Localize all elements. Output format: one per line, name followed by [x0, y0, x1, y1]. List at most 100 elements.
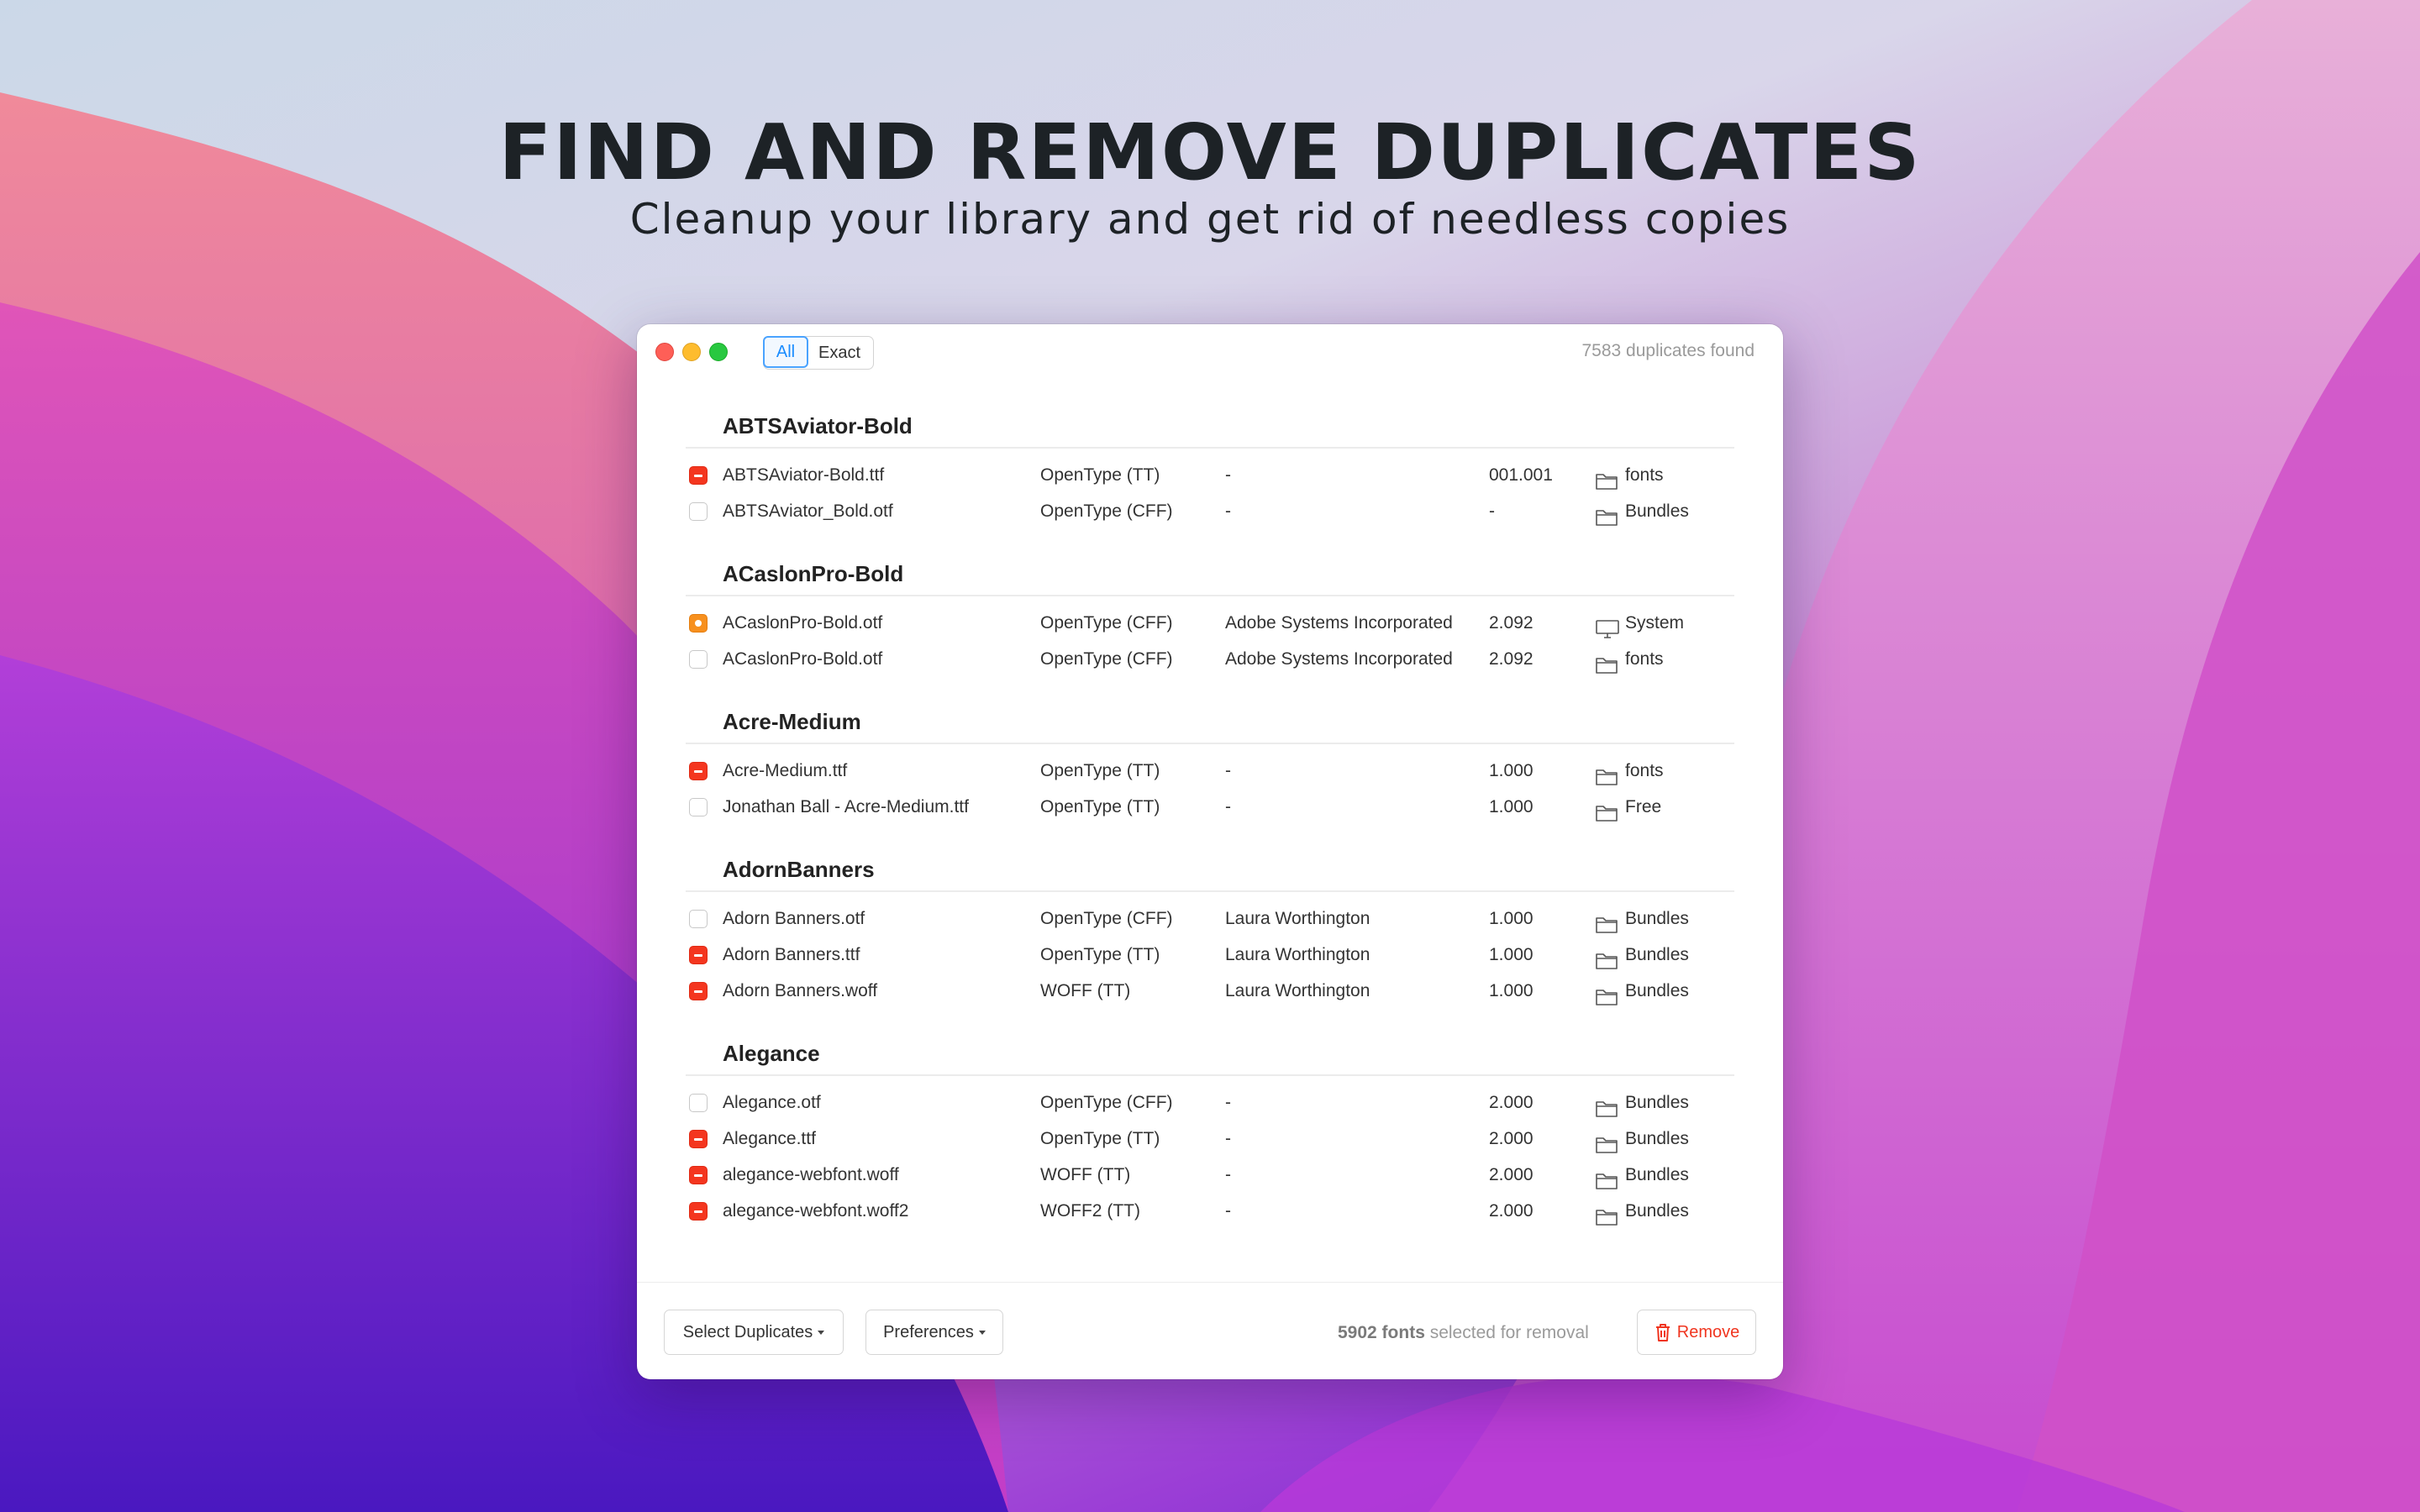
table-row[interactable]: ACaslonPro-Bold.otf OpenType (CFF) Adobe S…: [637, 606, 1783, 640]
chevron-down-icon: [818, 1330, 825, 1335]
table-row[interactable]: Adorn Banners.woff WOFF (TT) Laura Worthin…: [637, 974, 1783, 1008]
font-format: WOFF (TT): [1040, 981, 1131, 1000]
location-label: Bundles: [1625, 909, 1689, 928]
table-row[interactable]: Acre-Medium.ttf OpenType (TT) - 1.000 fonts: [637, 754, 1783, 788]
group-title: Acre-Medium: [723, 709, 861, 734]
font-file-name: Adorn Banners.woff: [723, 981, 878, 1000]
row-checkbox[interactable]: [689, 502, 708, 521]
font-version: 1.000: [1489, 981, 1534, 1000]
row-checkbox[interactable]: [689, 1130, 708, 1148]
table-row[interactable]: alegance-webfont.woff2 WOFF2 (TT) - 2.000 Bu…: [637, 1194, 1783, 1228]
location-label: fonts: [1625, 761, 1664, 780]
chevron-down-icon: [978, 1330, 986, 1335]
location-label: Free: [1625, 797, 1662, 816]
font-manufacturer: -: [1225, 1201, 1231, 1221]
font-version: 2.000: [1489, 1093, 1534, 1112]
table-row[interactable]: ABTSAviator_Bold.otf OpenType (CFF) - - Bund…: [637, 495, 1783, 528]
row-checkbox[interactable]: [689, 614, 708, 633]
row-checkbox[interactable]: [689, 982, 708, 1000]
font-manufacturer: Laura Worthington: [1225, 981, 1370, 1000]
font-format: OpenType (TT): [1040, 465, 1160, 485]
font-manufacturer: -: [1225, 501, 1231, 521]
font-version: 1.000: [1489, 797, 1534, 816]
filter-segmented-control: All Exact: [763, 336, 874, 370]
group-divider: [686, 743, 1734, 744]
row-checkbox[interactable]: [689, 762, 708, 780]
selected-count: 5902 fonts: [1338, 1323, 1425, 1342]
group-title: ABTSAviator-Bold: [723, 413, 913, 438]
location-label: Bundles: [1625, 981, 1689, 1000]
font-file-name: ABTSAviator-Bold.ttf: [723, 465, 885, 485]
zoom-window-button[interactable]: [709, 343, 728, 361]
row-checkbox[interactable]: [689, 1166, 708, 1184]
group-title: AdornBanners: [723, 857, 875, 882]
table-row[interactable]: alegance-webfont.woff WOFF (TT) - 2.000 Bund…: [637, 1158, 1783, 1192]
table-row[interactable]: ABTSAviator-Bold.ttf OpenType (TT) - 001.00…: [637, 459, 1783, 492]
footer-bar: Select Duplicates Preferences 5902 fonts…: [637, 1282, 1783, 1379]
font-format: OpenType (CFF): [1040, 613, 1173, 633]
row-checkbox[interactable]: [689, 466, 708, 485]
duplicates-count: 7583 duplicates found: [1581, 341, 1755, 360]
select-duplicates-label: Select Duplicates: [682, 1322, 813, 1341]
location-label: Bundles: [1625, 1201, 1689, 1221]
filter-all-tab[interactable]: All: [763, 336, 808, 368]
table-row[interactable]: Alegance.ttf OpenType (TT) - 2.000 Bundles: [637, 1122, 1783, 1156]
font-manufacturer: -: [1225, 797, 1231, 816]
table-row[interactable]: Adorn Banners.otf OpenType (CFF) Laura Wor…: [637, 902, 1783, 936]
close-window-button[interactable]: [655, 343, 674, 361]
table-row[interactable]: Jonathan Ball - Acre-Medium.ttf OpenType …: [637, 790, 1783, 824]
font-version: 2.092: [1489, 613, 1534, 633]
selection-status: 5902 fonts selected for removal: [1338, 1323, 1589, 1343]
font-file-name: alegance-webfont.woff: [723, 1165, 899, 1184]
font-file-name: ABTSAviator_Bold.otf: [723, 501, 893, 521]
font-version: 001.001: [1489, 465, 1553, 485]
font-file-name: Alegance.ttf: [723, 1129, 816, 1148]
font-manufacturer: Adobe Systems Incorporated: [1225, 649, 1453, 669]
remove-button[interactable]: Remove: [1637, 1310, 1756, 1355]
font-manufacturer: -: [1225, 1129, 1231, 1148]
font-version: 2.000: [1489, 1129, 1534, 1148]
row-checkbox[interactable]: [689, 650, 708, 669]
location-label: Bundles: [1625, 945, 1689, 964]
selected-suffix: selected for removal: [1424, 1323, 1589, 1342]
table-row[interactable]: Adorn Banners.ttf OpenType (TT) Laura Wort…: [637, 938, 1783, 972]
font-file-name: alegance-webfont.woff2: [723, 1201, 909, 1221]
trash-icon: [1655, 1324, 1670, 1341]
font-manufacturer: Adobe Systems Incorporated: [1225, 613, 1453, 633]
font-version: 1.000: [1489, 761, 1534, 780]
group-title: ACaslonPro-Bold: [723, 561, 904, 586]
row-checkbox[interactable]: [689, 946, 708, 964]
font-format: OpenType (TT): [1040, 761, 1160, 780]
table-row[interactable]: ACaslonPro-Bold.otf OpenType (CFF) Adobe S…: [637, 643, 1783, 676]
minimize-window-button[interactable]: [682, 343, 701, 361]
filter-exact-tab[interactable]: Exact: [808, 337, 871, 369]
table-row[interactable]: Alegance.otf OpenType (CFF) - 2.000 Bundles: [637, 1086, 1783, 1120]
font-format: OpenType (CFF): [1040, 909, 1173, 928]
row-checkbox[interactable]: [689, 1202, 708, 1221]
font-version: 2.092: [1489, 649, 1534, 669]
preferences-label: Preferences: [883, 1322, 974, 1341]
subheadline: Cleanup your library and get rid of need…: [629, 195, 1791, 244]
font-format: OpenType (CFF): [1040, 1093, 1173, 1112]
title-bar: All Exact 7583 duplicates found: [637, 324, 1783, 378]
font-manufacturer: -: [1225, 761, 1231, 780]
font-file-name: ACaslonPro-Bold.otf: [723, 613, 883, 633]
location-label: fonts: [1625, 465, 1664, 485]
font-manufacturer: -: [1225, 465, 1231, 485]
font-version: 2.000: [1489, 1165, 1534, 1184]
row-checkbox[interactable]: [689, 798, 708, 816]
row-checkbox[interactable]: [689, 1094, 708, 1112]
font-manufacturer: Laura Worthington: [1225, 945, 1370, 964]
location-label: fonts: [1625, 649, 1664, 669]
row-checkbox[interactable]: [689, 910, 708, 928]
font-format: OpenType (TT): [1040, 945, 1160, 964]
preferences-button[interactable]: Preferences: [865, 1310, 1003, 1355]
location-label: Bundles: [1625, 1093, 1689, 1112]
group-title: Alegance: [723, 1041, 820, 1066]
font-version: 1.000: [1489, 909, 1534, 928]
font-file-name: Adorn Banners.ttf: [723, 945, 860, 964]
duplicates-window: All Exact 7583 duplicates found ABTSAvia…: [637, 324, 1783, 1379]
font-file-name: ACaslonPro-Bold.otf: [723, 649, 883, 669]
group-divider: [686, 1074, 1734, 1076]
select-duplicates-button[interactable]: Select Duplicates: [664, 1310, 844, 1355]
